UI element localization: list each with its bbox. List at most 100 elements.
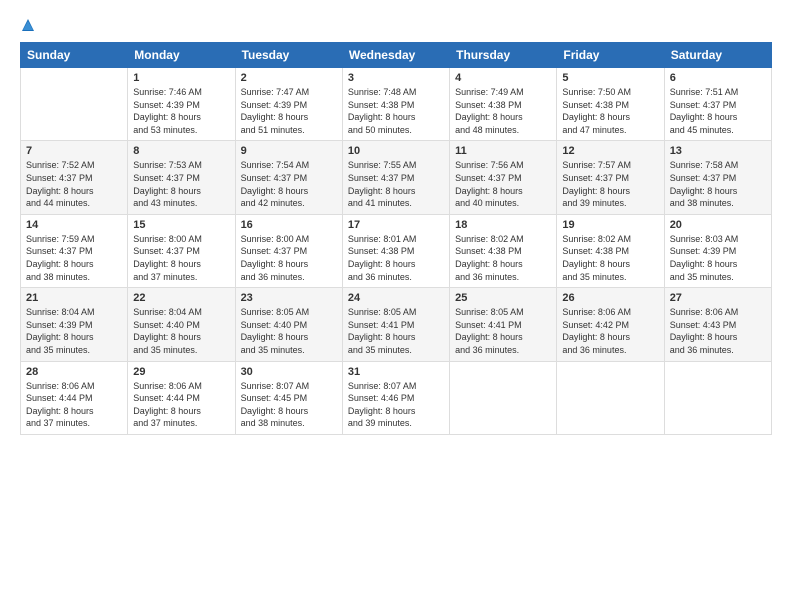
day-info: Sunrise: 7:56 AMSunset: 4:37 PMDaylight:… — [455, 159, 551, 209]
weekday-header-wednesday: Wednesday — [342, 43, 449, 68]
day-number: 23 — [241, 292, 337, 304]
day-info: Sunrise: 8:06 AMSunset: 4:42 PMDaylight:… — [562, 306, 658, 356]
calendar-cell — [664, 361, 771, 434]
calendar-cell: 26 Sunrise: 8:06 AMSunset: 4:42 PMDayligh… — [557, 288, 664, 361]
day-number: 10 — [348, 145, 444, 157]
calendar-cell: 6 Sunrise: 7:51 AMSunset: 4:37 PMDaylight… — [664, 68, 771, 141]
calendar-cell — [450, 361, 557, 434]
calendar-cell: 29 Sunrise: 8:06 AMSunset: 4:44 PMDayligh… — [128, 361, 235, 434]
day-number: 19 — [562, 219, 658, 231]
calendar-cell: 5Sunrise: 7:50 AMSunset: 4:38 PMDaylight… — [557, 68, 664, 141]
calendar-cell: 1 Sunrise: 7:46 AMSunset: 4:39 PMDaylight… — [128, 68, 235, 141]
calendar-cell: 8Sunrise: 7:53 AMSunset: 4:37 PMDaylight… — [128, 141, 235, 214]
day-number: 17 — [348, 219, 444, 231]
calendar-cell: 27Sunrise: 8:06 AMSunset: 4:43 PMDayligh… — [664, 288, 771, 361]
day-info: Sunrise: 7:49 AMSunset: 4:38 PMDaylight:… — [455, 86, 551, 136]
day-info: Sunrise: 8:05 AMSunset: 4:41 PMDaylight:… — [455, 306, 551, 356]
day-number: 22 — [133, 292, 229, 304]
weekday-header-thursday: Thursday — [450, 43, 557, 68]
calendar-cell: 7 Sunrise: 7:52 AMSunset: 4:37 PMDaylight… — [21, 141, 128, 214]
day-number: 31 — [348, 366, 444, 378]
day-info: Sunrise: 7:51 AMSunset: 4:37 PMDaylight:… — [670, 86, 766, 136]
day-number: 6 — [670, 72, 766, 84]
calendar-cell: 2 Sunrise: 7:47 AMSunset: 4:39 PMDaylight… — [235, 68, 342, 141]
weekday-header-tuesday: Tuesday — [235, 43, 342, 68]
day-number: 26 — [562, 292, 658, 304]
logo-icon — [21, 18, 35, 32]
day-info: Sunrise: 8:00 AMSunset: 4:37 PMDaylight:… — [133, 233, 229, 283]
day-number: 21 — [26, 292, 122, 304]
calendar-cell: 3 Sunrise: 7:48 AMSunset: 4:38 PMDaylight… — [342, 68, 449, 141]
day-info: Sunrise: 7:57 AMSunset: 4:37 PMDaylight:… — [562, 159, 658, 209]
day-info: Sunrise: 8:06 AMSunset: 4:44 PMDaylight:… — [133, 380, 229, 430]
calendar-cell: 11 Sunrise: 7:56 AMSunset: 4:37 PMDayligh… — [450, 141, 557, 214]
calendar-cell: 23 Sunrise: 8:05 AMSunset: 4:40 PMDayligh… — [235, 288, 342, 361]
calendar-week-row: 21 Sunrise: 8:04 AMSunset: 4:39 PMDayligh… — [21, 288, 772, 361]
day-info: Sunrise: 7:47 AMSunset: 4:39 PMDaylight:… — [241, 86, 337, 136]
day-number: 29 — [133, 366, 229, 378]
calendar-cell — [557, 361, 664, 434]
day-number: 16 — [241, 219, 337, 231]
day-number: 2 — [241, 72, 337, 84]
calendar-cell: 14Sunrise: 7:59 AMSunset: 4:37 PMDayligh… — [21, 214, 128, 287]
day-number: 3 — [348, 72, 444, 84]
day-info: Sunrise: 8:07 AMSunset: 4:46 PMDaylight:… — [348, 380, 444, 430]
calendar-cell: 31 Sunrise: 8:07 AMSunset: 4:46 PMDayligh… — [342, 361, 449, 434]
day-info: Sunrise: 7:58 AMSunset: 4:37 PMDaylight:… — [670, 159, 766, 209]
day-number: 25 — [455, 292, 551, 304]
day-number: 28 — [26, 366, 122, 378]
calendar-week-row: 14Sunrise: 7:59 AMSunset: 4:37 PMDayligh… — [21, 214, 772, 287]
calendar-cell: 12Sunrise: 7:57 AMSunset: 4:37 PMDayligh… — [557, 141, 664, 214]
day-info: Sunrise: 7:48 AMSunset: 4:38 PMDaylight:… — [348, 86, 444, 136]
calendar-cell: 22 Sunrise: 8:04 AMSunset: 4:40 PMDayligh… — [128, 288, 235, 361]
day-number: 11 — [455, 145, 551, 157]
calendar-cell: 9 Sunrise: 7:54 AMSunset: 4:37 PMDaylight… — [235, 141, 342, 214]
day-info: Sunrise: 8:04 AMSunset: 4:39 PMDaylight:… — [26, 306, 122, 356]
calendar-cell: 15 Sunrise: 8:00 AMSunset: 4:37 PMDayligh… — [128, 214, 235, 287]
calendar-cell: 20Sunrise: 8:03 AMSunset: 4:39 PMDayligh… — [664, 214, 771, 287]
day-info: Sunrise: 7:54 AMSunset: 4:37 PMDaylight:… — [241, 159, 337, 209]
day-info: Sunrise: 8:06 AMSunset: 4:44 PMDaylight:… — [26, 380, 122, 430]
day-info: Sunrise: 8:06 AMSunset: 4:43 PMDaylight:… — [670, 306, 766, 356]
day-info: Sunrise: 8:00 AMSunset: 4:37 PMDaylight:… — [241, 233, 337, 283]
day-number: 30 — [241, 366, 337, 378]
calendar-week-row: 28 Sunrise: 8:06 AMSunset: 4:44 PMDayligh… — [21, 361, 772, 434]
day-number: 24 — [348, 292, 444, 304]
calendar-week-row: 1 Sunrise: 7:46 AMSunset: 4:39 PMDaylight… — [21, 68, 772, 141]
day-number: 18 — [455, 219, 551, 231]
day-number: 15 — [133, 219, 229, 231]
calendar-cell: 10Sunrise: 7:55 AMSunset: 4:37 PMDayligh… — [342, 141, 449, 214]
day-number: 4 — [455, 72, 551, 84]
day-info: Sunrise: 7:59 AMSunset: 4:37 PMDaylight:… — [26, 233, 122, 283]
day-info: Sunrise: 7:52 AMSunset: 4:37 PMDaylight:… — [26, 159, 122, 209]
calendar-cell: 30Sunrise: 8:07 AMSunset: 4:45 PMDayligh… — [235, 361, 342, 434]
header — [20, 18, 772, 32]
calendar-cell: 13 Sunrise: 7:58 AMSunset: 4:37 PMDayligh… — [664, 141, 771, 214]
day-number: 9 — [241, 145, 337, 157]
day-number: 13 — [670, 145, 766, 157]
day-info: Sunrise: 7:46 AMSunset: 4:39 PMDaylight:… — [133, 86, 229, 136]
calendar: SundayMondayTuesdayWednesdayThursdayFrid… — [20, 42, 772, 435]
calendar-cell — [21, 68, 128, 141]
calendar-cell: 28 Sunrise: 8:06 AMSunset: 4:44 PMDayligh… — [21, 361, 128, 434]
day-info: Sunrise: 8:05 AMSunset: 4:41 PMDaylight:… — [348, 306, 444, 356]
logo — [20, 18, 36, 32]
day-info: Sunrise: 8:01 AMSunset: 4:38 PMDaylight:… — [348, 233, 444, 283]
weekday-header-monday: Monday — [128, 43, 235, 68]
day-info: Sunrise: 8:02 AMSunset: 4:38 PMDaylight:… — [455, 233, 551, 283]
calendar-cell: 18 Sunrise: 8:02 AMSunset: 4:38 PMDayligh… — [450, 214, 557, 287]
weekday-header-saturday: Saturday — [664, 43, 771, 68]
calendar-cell: 25 Sunrise: 8:05 AMSunset: 4:41 PMDayligh… — [450, 288, 557, 361]
calendar-cell: 19Sunrise: 8:02 AMSunset: 4:38 PMDayligh… — [557, 214, 664, 287]
calendar-cell: 16 Sunrise: 8:00 AMSunset: 4:37 PMDayligh… — [235, 214, 342, 287]
day-info: Sunrise: 8:04 AMSunset: 4:40 PMDaylight:… — [133, 306, 229, 356]
day-info: Sunrise: 8:03 AMSunset: 4:39 PMDaylight:… — [670, 233, 766, 283]
calendar-cell: 21 Sunrise: 8:04 AMSunset: 4:39 PMDayligh… — [21, 288, 128, 361]
calendar-cell: 24 Sunrise: 8:05 AMSunset: 4:41 PMDayligh… — [342, 288, 449, 361]
day-info: Sunrise: 7:50 AMSunset: 4:38 PMDaylight:… — [562, 86, 658, 136]
calendar-cell: 4 Sunrise: 7:49 AMSunset: 4:38 PMDaylight… — [450, 68, 557, 141]
calendar-cell: 17 Sunrise: 8:01 AMSunset: 4:38 PMDayligh… — [342, 214, 449, 287]
day-info: Sunrise: 8:05 AMSunset: 4:40 PMDaylight:… — [241, 306, 337, 356]
day-number: 7 — [26, 145, 122, 157]
day-number: 1 — [133, 72, 229, 84]
